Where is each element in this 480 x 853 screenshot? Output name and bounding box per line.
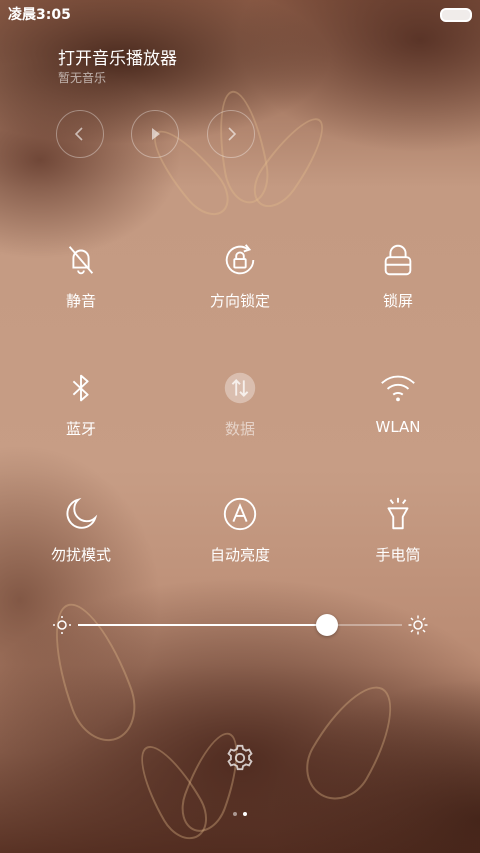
brightness-fill	[78, 624, 328, 626]
toggle-label: 锁屏	[382, 292, 413, 310]
toggle-mobile-data[interactable]: 数据	[175, 368, 305, 458]
toggle-rotation-lock[interactable]: 方向锁定	[175, 240, 305, 330]
music-title[interactable]: 打开音乐播放器	[58, 44, 177, 69]
brightness-track[interactable]	[78, 614, 402, 636]
page-dot	[233, 812, 237, 816]
wifi-icon	[378, 368, 418, 408]
bluetooth-icon	[61, 368, 101, 408]
toggle-label: 手电筒	[375, 546, 421, 564]
page-dot-active	[243, 812, 247, 816]
toggle-mute[interactable]: 静音	[16, 240, 146, 330]
music-prev-button[interactable]	[56, 110, 104, 158]
music-play-button[interactable]	[131, 110, 179, 158]
flashlight-icon	[378, 494, 418, 534]
toggle-flashlight[interactable]: 手电筒	[333, 494, 463, 584]
toggle-label: 静音	[65, 292, 96, 310]
brightness-thumb[interactable]	[316, 614, 339, 636]
battery-icon	[440, 8, 472, 22]
brightness-slider[interactable]	[52, 610, 428, 640]
gear-icon	[227, 744, 253, 771]
toggle-lock-screen[interactable]: 锁屏	[333, 240, 463, 330]
status-bar: 凌晨3:05	[0, 0, 480, 28]
rotation-lock-icon	[220, 240, 260, 280]
toggle-label: 蓝牙	[65, 420, 96, 438]
toggle-label: WLAN	[375, 418, 421, 436]
toggle-label: 数据	[224, 420, 255, 438]
brightness-high-icon	[408, 615, 428, 635]
toggle-do-not-disturb[interactable]: 勿扰模式	[16, 494, 146, 584]
toggle-wlan[interactable]: WLAN	[333, 368, 463, 458]
brightness-low-icon	[53, 616, 71, 634]
mobile-data-icon	[220, 368, 260, 408]
toggle-auto-brightness[interactable]: 自动亮度	[175, 494, 305, 584]
status-time: 凌晨3:05	[8, 7, 71, 23]
toggle-label: 方向锁定	[209, 292, 270, 310]
toggle-label: 自动亮度	[209, 546, 270, 564]
next-icon	[228, 127, 237, 141]
toggle-label: 勿扰模式	[50, 546, 111, 564]
toggle-bluetooth[interactable]: 蓝牙	[16, 368, 146, 458]
bell-off-icon	[61, 240, 101, 280]
music-subtitle: 暂无音乐	[58, 71, 107, 85]
lock-icon	[378, 240, 418, 280]
auto-brightness-icon	[220, 494, 260, 534]
page-indicator	[228, 812, 252, 820]
settings-button[interactable]	[222, 740, 258, 776]
control-center-screen: 凌晨3:05 打开音乐播放器 暂无音乐 静音 方向锁定 锁屏 蓝牙 数据 WLA…	[0, 0, 480, 853]
play-icon	[152, 128, 160, 140]
music-next-button[interactable]	[207, 110, 255, 158]
prev-icon	[74, 127, 83, 141]
moon-icon	[61, 494, 101, 534]
